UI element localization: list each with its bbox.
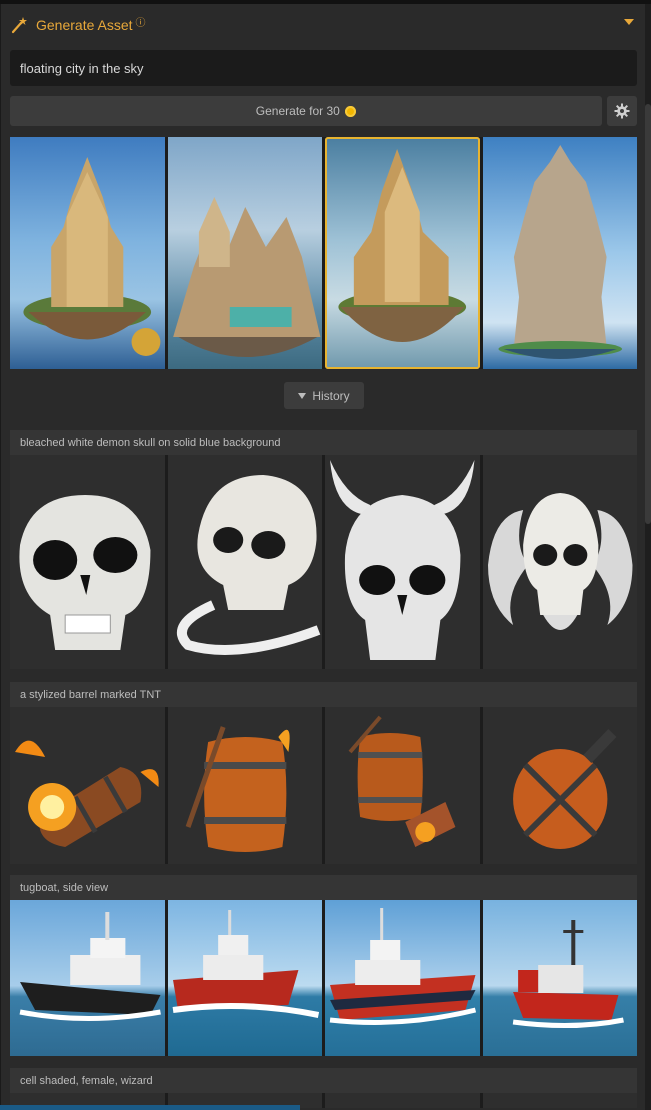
history-image[interactable] — [482, 1093, 637, 1108]
generate-button[interactable]: Generate for 30 — [10, 96, 602, 126]
current-results-grid — [10, 137, 637, 369]
section-title: tugboat, side view — [10, 875, 637, 900]
history-image[interactable] — [167, 900, 322, 1056]
history-section: tugboat, side view — [10, 875, 637, 1056]
bottom-strip — [0, 1105, 300, 1110]
magic-wand-icon — [11, 17, 27, 34]
history-image[interactable] — [325, 1093, 480, 1108]
scrollbar[interactable] — [645, 4, 651, 1110]
history-image[interactable] — [482, 900, 637, 1056]
result-image[interactable] — [167, 137, 322, 369]
history-image[interactable] — [325, 707, 480, 864]
prompt-input[interactable]: floating city in the sky — [10, 50, 637, 86]
collapse-caret-icon[interactable] — [624, 19, 634, 25]
history-image[interactable] — [10, 900, 165, 1056]
generate-label: Generate for 30 — [255, 104, 340, 118]
history-image[interactable] — [10, 455, 165, 669]
history-button[interactable]: History — [284, 382, 364, 409]
result-image[interactable] — [482, 137, 637, 369]
history-image[interactable] — [167, 455, 322, 669]
result-image[interactable] — [10, 137, 165, 369]
result-image-selected[interactable] — [325, 137, 480, 369]
history-section: a stylized barrel marked TNT — [10, 682, 637, 864]
history-image[interactable] — [10, 707, 165, 864]
history-image[interactable] — [167, 707, 322, 864]
triangle-down-icon — [298, 392, 307, 399]
info-icon[interactable]: ⓘ — [136, 14, 146, 29]
history-image[interactable] — [482, 455, 637, 669]
coin-icon — [345, 105, 357, 117]
history-section: cell shaded, female, wizard — [10, 1068, 637, 1108]
history-image[interactable] — [325, 900, 480, 1056]
history-image[interactable] — [482, 707, 637, 864]
history-section: bleached white demon skull on solid blue… — [10, 430, 637, 669]
history-image[interactable] — [325, 455, 480, 669]
gear-icon — [614, 103, 630, 119]
history-label: History — [312, 388, 350, 403]
panel-title: Generate Asset — [36, 17, 133, 33]
settings-button[interactable] — [607, 96, 637, 126]
panel-header[interactable]: Generate Asset ⓘ — [10, 12, 640, 38]
section-title: bleached white demon skull on solid blue… — [10, 430, 637, 455]
section-title: a stylized barrel marked TNT — [10, 682, 637, 707]
section-title: cell shaded, female, wizard — [10, 1068, 637, 1093]
scroll-thumb[interactable] — [645, 104, 651, 524]
